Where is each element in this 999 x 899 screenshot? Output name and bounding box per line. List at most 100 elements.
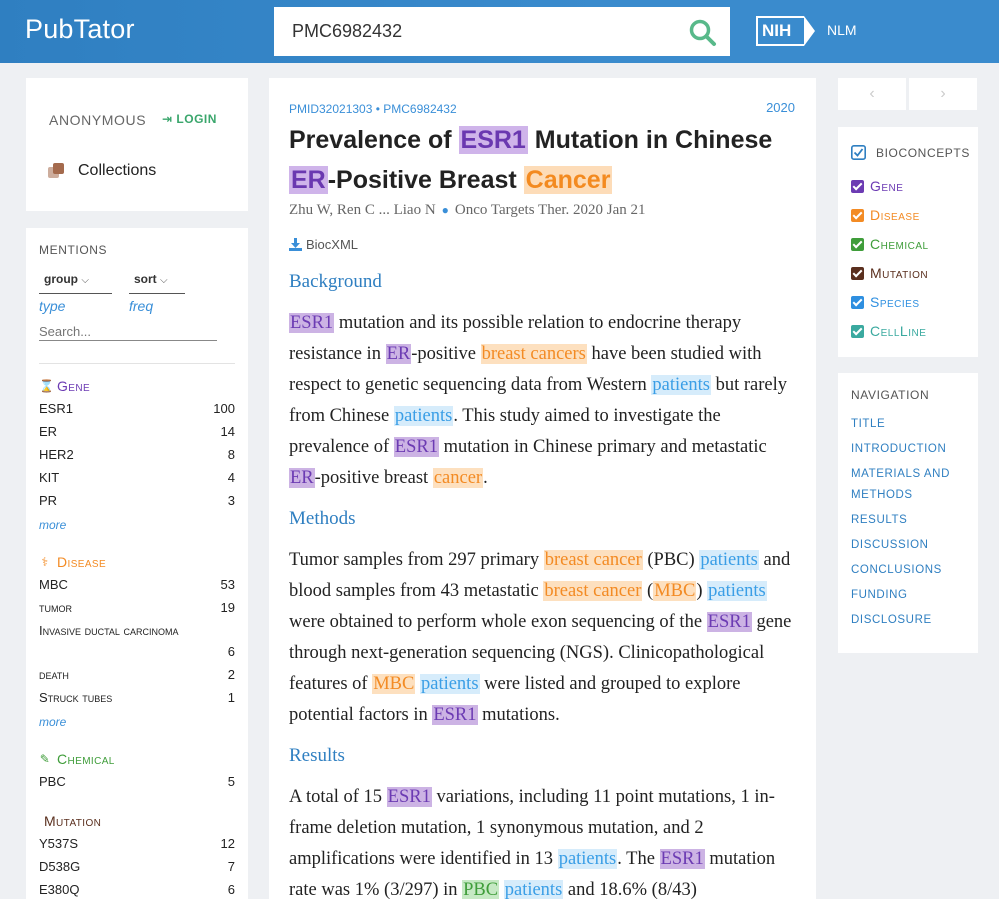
disease-annotation[interactable]: Cancer — [523, 166, 613, 194]
disease-annotation[interactable]: breast cancer — [543, 550, 643, 570]
category-mutation[interactable]: Mutation — [44, 813, 101, 829]
user-card: ANONYMOUS ⇥ LOGIN Collections — [26, 78, 248, 211]
gene-annotation[interactable]: ESR1 — [289, 313, 335, 333]
mention-row[interactable]: E380Q 6 — [39, 882, 235, 897]
sort-value[interactable]: freq — [129, 298, 153, 314]
disease-annotation[interactable]: MBC — [653, 581, 697, 601]
gene-annotation[interactable]: ESR1 — [659, 849, 705, 869]
species-annotation[interactable]: patients — [699, 550, 759, 570]
sort-label: sort — [134, 272, 157, 286]
species-annotation[interactable]: patients — [707, 581, 767, 601]
collections-link[interactable]: Collections — [48, 162, 156, 180]
checkbox-icon — [851, 179, 864, 193]
mention-row[interactable]: D538G 7 — [39, 859, 235, 874]
mention-row[interactable]: PBC 5 — [39, 774, 235, 789]
mention-row[interactable]: ESR1 100 — [39, 401, 235, 416]
article-ids[interactable]: PMID32021303 • PMC6982432 — [289, 102, 457, 116]
more-link[interactable]: more — [39, 715, 66, 729]
gene-annotation[interactable]: ESR1 — [386, 787, 432, 807]
nav-link-disclosure[interactable]: Disclosure — [851, 610, 966, 631]
disease-annotation[interactable]: breast cancer — [543, 581, 643, 601]
disease-annotation[interactable]: cancer — [432, 468, 484, 488]
nav-link-funding[interactable]: Funding — [851, 585, 966, 606]
section-heading-results: Results — [289, 745, 345, 766]
bioconcept-label: Chemical — [870, 236, 929, 252]
species-annotation[interactable]: patients — [557, 849, 618, 869]
biocxml-download[interactable]: BiocXML — [289, 237, 358, 252]
nav-link-results[interactable]: Results — [851, 510, 966, 531]
mention-row[interactable]: Y537S 12 — [39, 836, 235, 851]
next-page-button[interactable]: › — [909, 78, 977, 110]
search-input[interactable] — [292, 7, 672, 56]
nlm-label: NLM — [827, 22, 857, 38]
mention-row[interactable]: ER 14 — [39, 424, 235, 439]
navigation-title: NAVIGATION — [851, 388, 930, 402]
mention-count: 4 — [227, 470, 235, 485]
bioconcept-label: Disease — [870, 207, 920, 223]
category-disease[interactable]: ⚕ Disease — [39, 554, 106, 570]
gene-annotation[interactable]: ER — [289, 468, 315, 488]
category-label: Mutation — [44, 813, 102, 829]
mention-row[interactable]: tumor 19 — [39, 600, 235, 615]
gene-annotation[interactable]: ESR1 — [432, 705, 478, 725]
mention-count: 19 — [220, 600, 235, 615]
bioconcept-mutation[interactable]: Mutation — [851, 265, 928, 281]
gene-annotation[interactable]: ESR1 — [393, 437, 439, 457]
mention-row[interactable]: HER2 8 — [39, 447, 235, 462]
group-value[interactable]: type — [39, 298, 65, 314]
gene-annotation[interactable]: ESR1 — [458, 126, 528, 154]
mention-row[interactable]: death 2 — [39, 667, 235, 682]
collections-icon — [48, 163, 66, 179]
login-link[interactable]: ⇥ LOGIN — [162, 112, 217, 126]
mention-row[interactable]: MBC 53 — [39, 577, 235, 592]
chemical-annotation[interactable]: PBC — [462, 880, 500, 899]
mention-label: ESR1 — [39, 401, 73, 416]
article-panel: PMID32021303 • PMC6982432 2020 Prevalenc… — [269, 78, 816, 899]
text-span: ) — [696, 581, 708, 601]
disease-annotation[interactable]: breast cancers — [480, 344, 587, 364]
checkbox-icon — [851, 237, 864, 251]
checkbox-checked-icon — [851, 145, 866, 160]
sort-dropdown[interactable]: sort ⌵ — [134, 272, 168, 286]
journal-citation: Onco Targets Ther. 2020 Jan 21 — [454, 202, 646, 218]
species-annotation[interactable]: patients — [503, 880, 564, 899]
bioconcept-cellline[interactable]: CellLine — [851, 323, 926, 339]
mention-row[interactable]: KIT 4 — [39, 470, 235, 485]
category-chemical[interactable]: ✎ Chemical — [39, 751, 115, 767]
nav-link-conclusions[interactable]: Conclusions — [851, 560, 966, 581]
nav-link-introduction[interactable]: Introduction — [851, 439, 966, 460]
gene-annotation[interactable]: ESR1 — [706, 612, 752, 632]
gene-annotation[interactable]: ER — [385, 344, 412, 364]
mention-label: Y537S — [39, 836, 79, 851]
mention-row[interactable]: Struck tubes 1 — [39, 690, 235, 705]
gene-annotation[interactable]: ER — [289, 166, 328, 194]
species-annotation[interactable]: patients — [393, 406, 454, 426]
stethoscope-icon: ⚕ — [41, 555, 49, 569]
nav-link-discussion[interactable]: Discussion — [851, 535, 966, 556]
mentions-search-input[interactable] — [39, 324, 217, 341]
bioconcept-chemical[interactable]: Chemical — [851, 236, 929, 252]
disease-annotation[interactable]: MBC — [372, 674, 416, 694]
category-gene[interactable]: ⌛ Gene — [39, 378, 90, 394]
group-dropdown[interactable]: group ⌵ — [44, 272, 89, 286]
bioconcept-disease[interactable]: Disease — [851, 207, 920, 223]
nav-link-materials-and-methods[interactable]: Materials and Methods — [851, 464, 966, 506]
app-logo[interactable]: PubTator — [25, 14, 135, 45]
mention-row[interactable]: Invasive ductal carcinoma — [39, 623, 235, 638]
bioconcept-species[interactable]: Species — [851, 294, 920, 310]
mention-row-count: 6 — [39, 644, 235, 659]
bioconcept-gene[interactable]: Gene — [851, 178, 903, 194]
species-annotation[interactable]: patients — [651, 375, 711, 395]
species-annotation[interactable]: patients — [419, 674, 480, 694]
nih-mark: NIH — [756, 16, 804, 46]
search-icon[interactable] — [688, 18, 718, 48]
mention-row[interactable]: PR 3 — [39, 493, 235, 508]
nav-link-title[interactable]: Title — [851, 414, 966, 435]
more-link[interactable]: more — [39, 518, 66, 532]
mention-label: MBC — [39, 577, 68, 592]
prev-page-button[interactable]: ‹ — [838, 78, 906, 110]
mention-label: death — [39, 667, 69, 682]
nih-logo[interactable]: NIH NLM — [756, 16, 857, 46]
bioconcepts-toggle-all[interactable]: BIOCONCEPTS — [851, 145, 970, 160]
text-span: and 18.6% (8/43) — [563, 880, 697, 899]
